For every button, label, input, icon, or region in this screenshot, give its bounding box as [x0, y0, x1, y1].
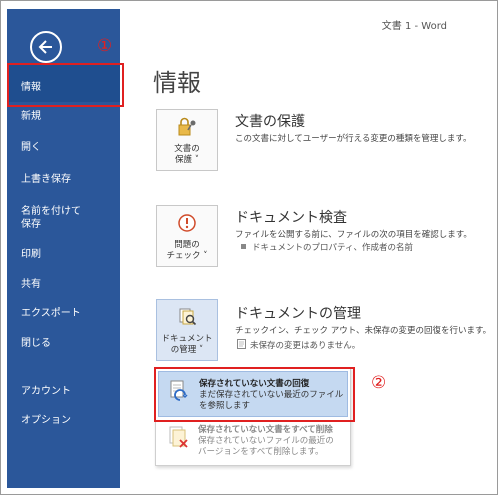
sidebar-item-open[interactable]: 開く	[7, 141, 120, 154]
manage-document-icon	[157, 306, 217, 332]
section-bullet-manage: 未保存の変更はありません。	[235, 339, 360, 352]
sidebar-item-account[interactable]: アカウント	[7, 385, 120, 398]
page-title: 情報	[153, 69, 201, 97]
menu-item-desc: 保存されていないファイルの最近の バージョンをすべて削除します。	[198, 436, 334, 457]
sidebar-item-close[interactable]: 閉じる	[7, 337, 120, 350]
backstage-sidebar: 情報 新規 開く 上書き保存 名前を付けて 保存 印刷 共有 エクスポート 閉じ…	[7, 9, 120, 488]
sidebar-item-share[interactable]: 共有	[7, 278, 120, 291]
recover-unsaved-documents-item[interactable]: 保存されていない文書の回復 まだ保存されていない最近のファイル を参照します	[158, 371, 348, 417]
sidebar-item-label: 上書き保存	[21, 174, 71, 185]
sidebar-item-info[interactable]: 情報	[7, 64, 120, 102]
tile-label: 問題の	[174, 240, 200, 250]
sidebar-item-print[interactable]: 印刷	[7, 248, 120, 261]
manage-document-dropdown: 保存されていない文書の回復 まだ保存されていない最近のファイル を参照します 保存…	[155, 367, 351, 466]
sidebar-item-label: 名前を付けて 保存	[21, 206, 81, 230]
section-desc-manage: チェックイン、チェック アウト、未保存の変更の回復を行います。	[235, 326, 492, 336]
sidebar-item-label: 閉じる	[21, 338, 51, 349]
menu-item-title: 保存されていない文書の回復	[199, 379, 310, 389]
tile-label: ドキュメント	[161, 334, 213, 344]
tile-label: の管理 ˅	[170, 345, 204, 355]
tile-label: 保護 ˅	[175, 155, 199, 165]
section-bullet-inspect: ドキュメントのプロパティ、作成者の名前	[235, 241, 413, 253]
menu-item-desc: まだ保存されていない最近のファイル を参照します	[199, 390, 344, 411]
sidebar-item-label: 情報	[21, 82, 41, 93]
bullet-square-icon	[241, 244, 246, 249]
tile-label: チェック ˅	[166, 251, 208, 261]
sidebar-item-label: 開く	[21, 142, 41, 153]
document-small-icon	[237, 339, 246, 352]
sidebar-item-label: アカウント	[21, 386, 71, 397]
window-frame: 情報 新規 開く 上書き保存 名前を付けて 保存 印刷 共有 エクスポート 閉じ…	[0, 0, 498, 495]
manage-document-button[interactable]: ドキュメント の管理 ˅	[156, 299, 218, 361]
sidebar-item-save-as[interactable]: 名前を付けて 保存	[7, 205, 120, 231]
inspect-document-icon	[157, 212, 217, 238]
sidebar-item-label: 印刷	[21, 249, 41, 260]
lock-key-icon	[157, 116, 217, 142]
window-title: 文書 1 - Word	[381, 21, 447, 32]
sidebar-item-label: 共有	[21, 279, 41, 290]
check-issues-button[interactable]: 問題の チェック ˅	[156, 205, 218, 267]
sidebar-item-new[interactable]: 新規	[7, 110, 120, 123]
section-title-inspect: ドキュメント検査	[235, 210, 347, 226]
bullet-text: 未保存の変更はありません。	[250, 341, 361, 351]
section-title-protect: 文書の保護	[235, 114, 305, 130]
sidebar-item-export[interactable]: エクスポート	[7, 307, 120, 320]
annotation-marker-2: ②	[371, 373, 387, 393]
sidebar-item-options[interactable]: オプション	[7, 414, 120, 427]
protect-document-button[interactable]: 文書の 保護 ˅	[156, 109, 218, 171]
delete-document-icon	[168, 426, 190, 454]
bullet-text: ドキュメントのプロパティ、作成者の名前	[252, 243, 413, 253]
section-title-manage: ドキュメントの管理	[235, 306, 361, 322]
delete-unsaved-documents-item[interactable]: 保存されていない文書をすべて削除 保存されていないファイルの最近の バージョンをす…	[158, 418, 348, 464]
sidebar-item-label: オプション	[21, 415, 71, 426]
recover-document-icon	[169, 380, 191, 408]
annotation-marker-1: ①	[97, 36, 113, 56]
sidebar-item-save[interactable]: 上書き保存	[7, 173, 120, 186]
back-arrow-icon[interactable]	[30, 31, 62, 63]
sidebar-item-label: エクスポート	[21, 308, 81, 319]
tile-label: 文書の	[174, 144, 200, 154]
section-desc-inspect: ファイルを公開する前に、ファイルの次の項目を確認します。	[235, 230, 472, 240]
sidebar-item-label: 新規	[21, 111, 41, 122]
section-desc-protect: この文書に対してユーザーが行える変更の種類を管理します。	[235, 134, 472, 144]
menu-item-title: 保存されていない文書をすべて削除	[198, 425, 333, 435]
